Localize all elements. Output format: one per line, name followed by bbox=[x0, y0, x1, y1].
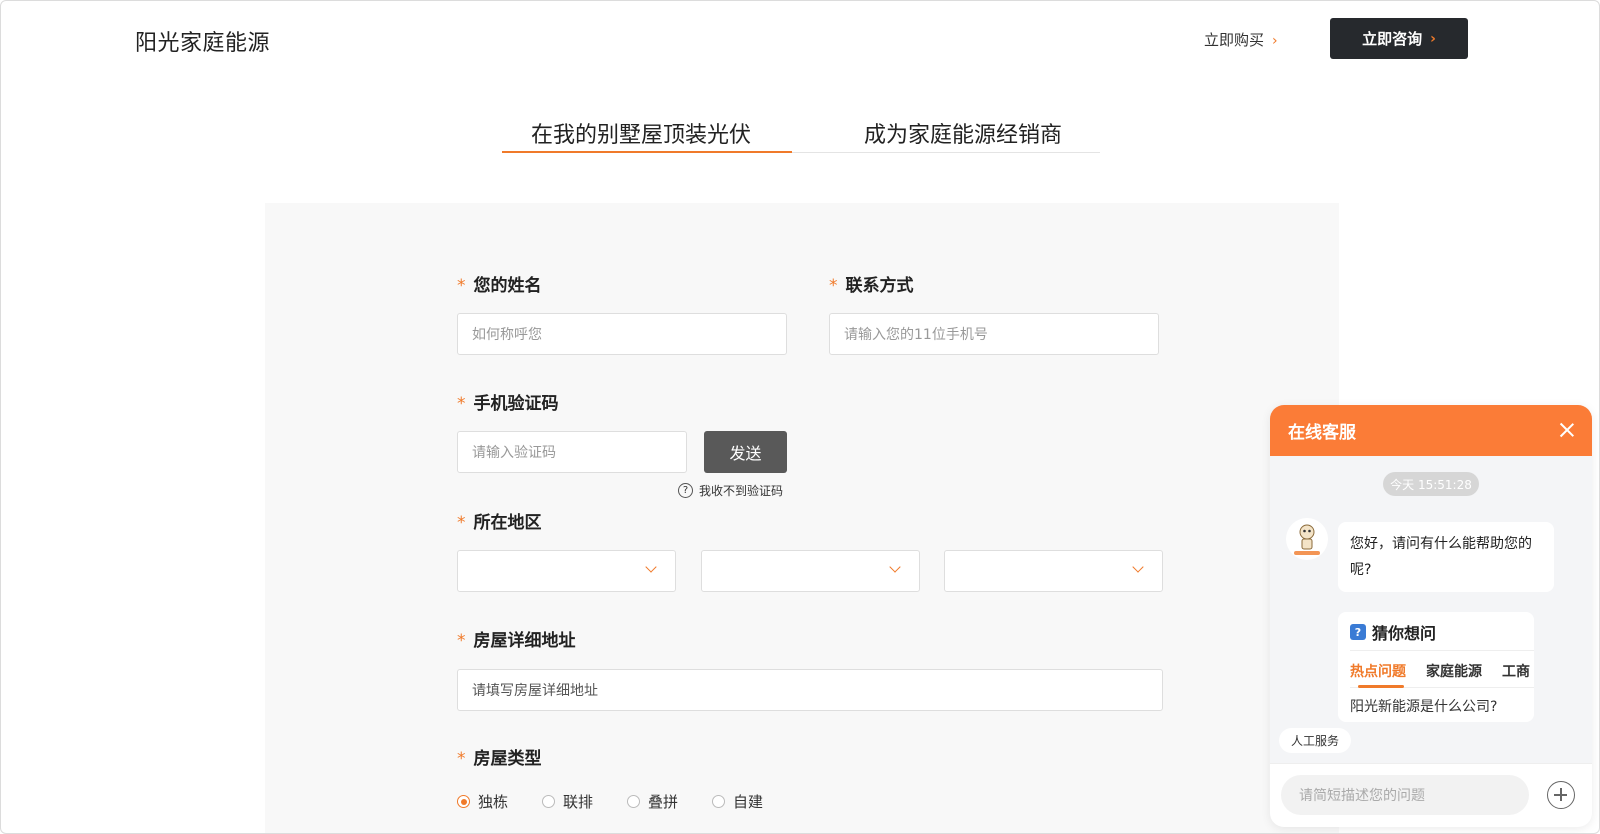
active-tab-indicator bbox=[502, 151, 792, 153]
region-label: * 所在地区 bbox=[457, 508, 542, 533]
form-panel bbox=[265, 203, 1339, 833]
chat-input-placeholder: 请简短描述您的问题 bbox=[1299, 788, 1425, 804]
tab-home-energy[interactable]: 家庭能源 bbox=[1426, 661, 1482, 681]
chat-title: 在线客服 bbox=[1288, 423, 1356, 443]
buy-now-link[interactable]: 立即购买 › bbox=[1204, 29, 1278, 50]
address-label: * 房屋详细地址 bbox=[457, 626, 576, 651]
chevron-right-icon: › bbox=[1430, 30, 1436, 47]
tab-commercial[interactable]: 工商 bbox=[1502, 661, 1530, 681]
chat-header: 在线客服 bbox=[1270, 405, 1592, 456]
required-mark: * bbox=[457, 631, 466, 651]
avatar bbox=[1286, 518, 1328, 560]
radio-dot bbox=[627, 795, 641, 808]
chevron-down-icon bbox=[645, 561, 657, 573]
region-label-text: 所在地区 bbox=[473, 513, 542, 533]
house-type-label: * 房屋类型 bbox=[457, 744, 542, 769]
question-chat-icon: ? bbox=[1350, 624, 1366, 640]
required-mark: * bbox=[457, 513, 466, 533]
chevron-right-icon: › bbox=[1272, 33, 1278, 49]
code-input[interactable]: 请输入验证码 bbox=[457, 431, 687, 473]
radio-label: 联排 bbox=[563, 793, 594, 811]
suggested-title-text: 猜你想问 bbox=[1372, 624, 1437, 643]
consult-now-label: 立即咨询 bbox=[1362, 30, 1423, 48]
radio-detached[interactable]: 独栋 bbox=[457, 791, 508, 812]
house-type-radio-group: 独栋 联排 叠拼 自建 bbox=[457, 791, 797, 812]
phone-input[interactable]: 请输入您的11位手机号 bbox=[829, 313, 1159, 355]
code-placeholder: 请输入验证码 bbox=[472, 445, 556, 461]
radio-dot bbox=[457, 795, 470, 808]
address-placeholder: 请填写房屋详细地址 bbox=[472, 683, 598, 699]
question-circle-icon: ? bbox=[678, 483, 693, 498]
province-select[interactable] bbox=[457, 550, 676, 592]
chat-footer: 请简短描述您的问题 bbox=[1270, 763, 1592, 827]
consult-now-button[interactable]: 立即咨询 › bbox=[1330, 18, 1468, 59]
name-input[interactable]: 如何称呼您 bbox=[457, 313, 787, 355]
suggested-tabs: 热点问题 家庭能源 工商 bbox=[1350, 650, 1534, 688]
required-mark: * bbox=[829, 276, 838, 296]
required-mark: * bbox=[457, 276, 466, 296]
contact-label-text: 联系方式 bbox=[845, 276, 914, 296]
tab-rooftop-solar[interactable]: 在我的别墅屋顶装光伏 bbox=[531, 117, 751, 149]
contact-label: * 联系方式 bbox=[829, 271, 914, 296]
house-type-label-text: 房屋类型 bbox=[473, 749, 542, 769]
no-code-help-link[interactable]: ? 我收不到验证码 bbox=[678, 482, 783, 499]
city-select[interactable] bbox=[701, 550, 920, 592]
tab-become-dealer[interactable]: 成为家庭能源经销商 bbox=[864, 117, 1062, 149]
address-label-text: 房屋详细地址 bbox=[473, 631, 576, 651]
name-label: * 您的姓名 bbox=[457, 271, 542, 296]
code-label: * 手机验证码 bbox=[457, 389, 559, 414]
robot-avatar-icon bbox=[1294, 524, 1320, 555]
online-service-chat: 在线客服 今天 15:51:28 您好，请问有什么能帮助您的呢? ? 猜你想问 热… bbox=[1270, 405, 1592, 827]
buy-now-label: 立即购买 bbox=[1204, 31, 1265, 49]
name-placeholder: 如何称呼您 bbox=[472, 327, 542, 343]
name-label-text: 您的姓名 bbox=[473, 276, 542, 296]
radio-self-built[interactable]: 自建 bbox=[712, 791, 763, 812]
address-input[interactable]: 请填写房屋详细地址 bbox=[457, 669, 1163, 711]
phone-placeholder: 请输入您的11位手机号 bbox=[844, 327, 988, 343]
suggested-question-item[interactable]: 阳光新能源是什么公司? bbox=[1350, 696, 1497, 716]
radio-label: 叠拼 bbox=[648, 793, 679, 811]
suggested-questions-card: ? 猜你想问 热点问题 家庭能源 工商 阳光新能源是什么公司? bbox=[1338, 612, 1534, 722]
chat-timestamp: 今天 15:51:28 bbox=[1383, 472, 1479, 496]
required-mark: * bbox=[457, 749, 466, 769]
close-icon[interactable] bbox=[1556, 419, 1578, 441]
radio-dot bbox=[712, 795, 726, 808]
radio-label: 独栋 bbox=[478, 793, 509, 811]
send-code-button[interactable]: 发送 bbox=[704, 431, 787, 473]
radio-dot bbox=[542, 795, 556, 808]
chevron-down-icon bbox=[1132, 561, 1144, 573]
active-tab-indicator bbox=[1358, 685, 1404, 688]
chat-message-input[interactable]: 请简短描述您的问题 bbox=[1281, 775, 1529, 815]
plus-circle-icon[interactable] bbox=[1547, 781, 1575, 809]
tab-hot-questions[interactable]: 热点问题 bbox=[1350, 661, 1406, 681]
code-label-text: 手机验证码 bbox=[473, 394, 559, 414]
form-tabs: 在我的别墅屋顶装光伏 成为家庭能源经销商 bbox=[502, 117, 1100, 153]
greeting-message: 您好，请问有什么能帮助您的呢? bbox=[1338, 522, 1554, 592]
district-select[interactable] bbox=[944, 550, 1163, 592]
chevron-down-icon bbox=[889, 561, 901, 573]
radio-label: 自建 bbox=[733, 793, 764, 811]
radio-townhouse[interactable]: 联排 bbox=[542, 791, 593, 812]
human-service-button[interactable]: 人工服务 bbox=[1279, 728, 1352, 753]
page-frame: 阳光家庭能源 立即购买 › 立即咨询 › 在我的别墅屋顶装光伏 成为家庭能源经销商 … bbox=[0, 0, 1600, 834]
brand-title: 阳光家庭能源 bbox=[135, 31, 271, 56]
no-code-help-text: 我收不到验证码 bbox=[699, 484, 784, 498]
radio-stacked[interactable]: 叠拼 bbox=[627, 791, 678, 812]
required-mark: * bbox=[457, 394, 466, 414]
suggested-title: ? 猜你想问 bbox=[1350, 620, 1436, 644]
